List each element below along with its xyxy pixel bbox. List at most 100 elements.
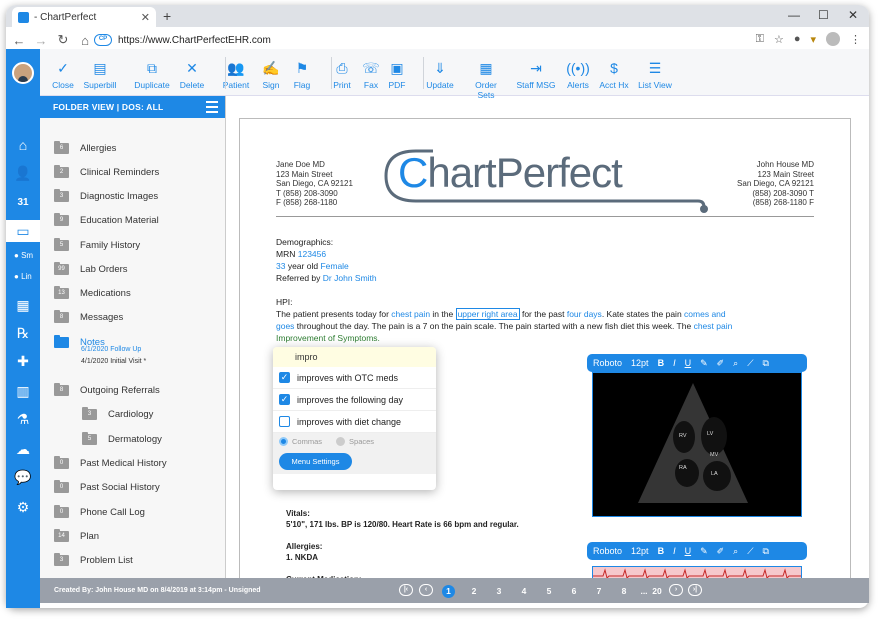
notes-entry-followup[interactable]: 6/1/2020 Follow Up: [81, 346, 141, 353]
folder-item[interactable]: 3 Cardiology: [82, 407, 153, 420]
pen-icon[interactable]: ✎: [700, 546, 708, 557]
notes-entry-initial[interactable]: 4/1/2020 Initial Visit *: [81, 358, 146, 365]
crop-icon[interactable]: ⧉: [763, 546, 769, 557]
rx-nav-icon[interactable]: ℞: [6, 322, 40, 344]
folder-item[interactable]: 0 Past Social History: [54, 480, 160, 493]
toolbar-staff-msg-button[interactable]: ⇥ Staff MSG: [516, 60, 556, 90]
line-icon[interactable]: ⟋: [747, 546, 753, 557]
new-tab-icon[interactable]: +: [163, 8, 171, 24]
folder-item[interactable]: 3 Diagnostic Images: [54, 189, 158, 202]
crop-icon[interactable]: ⧉: [763, 358, 769, 369]
size-select[interactable]: 12pt: [631, 358, 649, 368]
toolbar-order-sets-button[interactable]: ▦ Order Sets: [466, 60, 506, 100]
age-value[interactable]: 33: [276, 261, 285, 271]
last-page-button[interactable]: ›|: [688, 584, 702, 596]
hpi-improvement[interactable]: Improvement of Symptoms.: [276, 333, 380, 343]
autocomplete-item[interactable]: improves with diet change: [273, 411, 436, 433]
folder-item[interactable]: 99 Lab Orders: [54, 262, 128, 275]
sub-nav-lin[interactable]: ● Lin: [6, 268, 40, 286]
toolbar-flag-button[interactable]: ⚑ Flag: [282, 60, 322, 90]
building-nav-icon[interactable]: ▥: [6, 380, 40, 402]
autocomplete-item[interactable]: ✓ improves with OTC meds: [273, 367, 436, 389]
hamburger-menu-icon[interactable]: [206, 101, 218, 116]
folder-item[interactable]: 2 Clinical Reminders: [54, 165, 159, 178]
folder-item[interactable]: 6 Allergies: [54, 141, 116, 154]
bold-button[interactable]: B: [658, 546, 665, 556]
toolbar-duplicate-button[interactable]: ⧉ Duplicate: [132, 60, 172, 90]
commas-radio[interactable]: [279, 436, 288, 446]
home-icon[interactable]: ⌂: [76, 33, 94, 48]
person-nav-icon[interactable]: 👤: [6, 162, 40, 184]
autocomplete-item[interactable]: ✓ improves the following day: [273, 389, 436, 411]
page-number[interactable]: 4: [517, 585, 531, 597]
hpi-area-highlight[interactable]: upper right area: [455, 308, 520, 320]
toolbar-delete-button[interactable]: ✕ Delete: [172, 60, 212, 90]
toolbar-list-view-button[interactable]: ☰ List View: [635, 60, 675, 90]
page-number[interactable]: 20: [650, 585, 664, 597]
spaces-radio[interactable]: [336, 436, 346, 446]
toolbar-patient-button[interactable]: 👥 Patient: [216, 60, 256, 90]
first-page-button[interactable]: |‹: [399, 584, 413, 596]
italic-button[interactable]: I: [673, 546, 676, 556]
checkbox-checked-icon[interactable]: ✓: [279, 372, 290, 383]
toolbar-superbill-button[interactable]: ▤ Superbill: [80, 60, 120, 90]
chat-nav-icon[interactable]: 💬: [6, 466, 40, 488]
folder-item[interactable]: 3 Problem List: [54, 553, 133, 566]
folder-item[interactable]: 14 Plan: [54, 529, 99, 542]
page-number[interactable]: 1: [442, 585, 455, 598]
page-number[interactable]: 2: [467, 585, 481, 597]
checkbox-icon[interactable]: [279, 416, 290, 427]
folder-item[interactable]: 5 Family History: [54, 238, 140, 251]
cloud-nav-icon[interactable]: ☁: [6, 438, 40, 460]
toolbar-update-button[interactable]: ⇓ Update: [420, 60, 460, 90]
toolbar-close-button[interactable]: ✓ Close: [43, 60, 83, 90]
extension-icon[interactable]: ●: [794, 33, 801, 45]
folder-item[interactable]: 0 Phone Call Log: [54, 505, 145, 518]
star-icon[interactable]: ☆: [774, 33, 784, 46]
close-window-icon[interactable]: ✕: [848, 8, 858, 22]
hpi-chest-pain-2[interactable]: chest pain: [694, 321, 733, 331]
page-number[interactable]: 6: [567, 585, 581, 597]
minimize-icon[interactable]: —: [788, 8, 800, 22]
profile-avatar[interactable]: [826, 32, 840, 46]
toolbar-alerts-button[interactable]: ((•)) Alerts: [558, 60, 598, 90]
zoom-icon[interactable]: ⌕: [733, 546, 738, 557]
extension2-icon[interactable]: ▾: [810, 33, 816, 46]
close-tab-icon[interactable]: ✕: [141, 11, 150, 24]
sub-nav-sm[interactable]: ● Sm: [6, 247, 40, 265]
underline-button[interactable]: U: [685, 358, 692, 368]
user-photo[interactable]: [6, 49, 40, 96]
line-icon[interactable]: ⟋: [747, 358, 753, 369]
url-field[interactable]: CP https://www.ChartPerfectEHR.com: [94, 31, 744, 49]
prev-page-button[interactable]: ‹: [419, 584, 433, 596]
zoom-icon[interactable]: ⌕: [733, 358, 738, 369]
size-select[interactable]: 12pt: [631, 546, 649, 556]
forward-icon[interactable]: →: [32, 33, 50, 48]
pencil-icon[interactable]: ✐: [717, 358, 725, 369]
page-number[interactable]: 7: [592, 585, 606, 597]
key-icon[interactable]: ⚿: [756, 33, 764, 46]
reload-icon[interactable]: ↻: [54, 32, 72, 48]
settings-nav-icon[interactable]: ⚙: [6, 496, 40, 518]
bold-button[interactable]: B: [658, 358, 665, 368]
page-number[interactable]: 5: [542, 585, 556, 597]
page-number[interactable]: 8: [617, 585, 631, 597]
echocardiogram-image[interactable]: RV LV MV RA LA: [592, 372, 802, 517]
home-nav-icon[interactable]: ⌂: [6, 134, 40, 156]
browser-tab[interactable]: - ChartPerfect ✕: [12, 7, 156, 27]
sex-value[interactable]: Female: [320, 261, 348, 271]
folder-item[interactable]: 8 Outgoing Referrals: [54, 383, 160, 396]
calculator-nav-icon[interactable]: ▦: [6, 294, 40, 316]
hpi-days[interactable]: four days: [567, 309, 602, 319]
pencil-icon[interactable]: ✐: [717, 546, 725, 557]
more-menu-icon[interactable]: ⋮: [850, 33, 861, 46]
maximize-icon[interactable]: ☐: [818, 8, 829, 22]
font-select[interactable]: Roboto: [593, 546, 622, 556]
underline-button[interactable]: U: [685, 546, 692, 556]
checkbox-checked-icon[interactable]: ✓: [279, 394, 290, 405]
page-number[interactable]: ...: [637, 585, 651, 597]
folder-item[interactable]: 8 Messages: [54, 310, 123, 323]
font-select[interactable]: Roboto: [593, 358, 622, 368]
hpi-chest-pain[interactable]: chest pain: [391, 309, 430, 319]
folder-nav-icon[interactable]: ▭: [6, 220, 40, 242]
